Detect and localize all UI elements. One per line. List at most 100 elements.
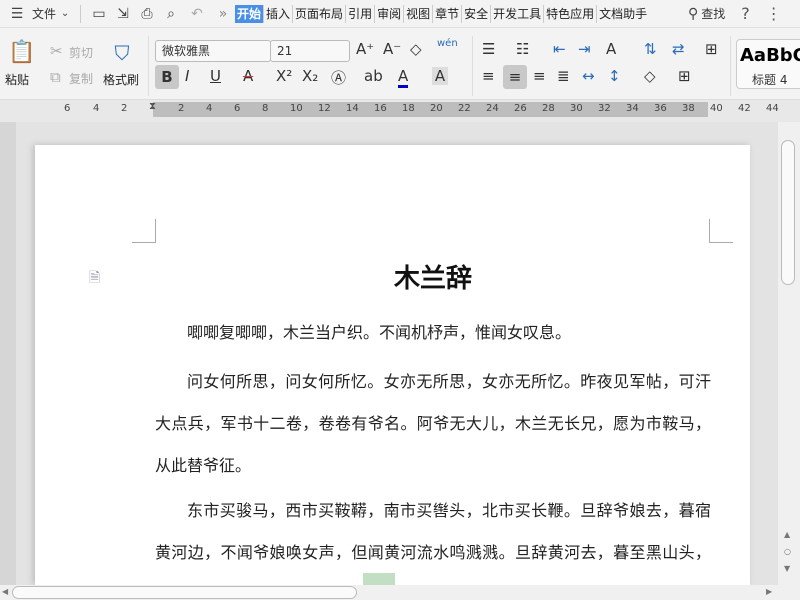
font-color-button[interactable]: A (398, 67, 408, 88)
numbered-list-icon[interactable]: ☷ (516, 40, 529, 58)
select-browse-icon[interactable]: ○ (784, 547, 791, 556)
hamburger-menu-icon[interactable]: ☰ (6, 6, 28, 22)
tab-references[interactable]: 引用 (346, 5, 375, 23)
text-effect-button[interactable]: Ⓐ (331, 67, 346, 88)
bold-button[interactable]: B (155, 65, 179, 89)
ruler-tick: 6 (64, 103, 70, 114)
paste-button[interactable]: 粘贴 (5, 71, 29, 88)
scrollbar-thumb[interactable] (12, 586, 357, 599)
print-icon[interactable]: ⎙ (135, 6, 159, 22)
style-heading4[interactable]: AaBbC 标题 4 (736, 39, 800, 89)
superscript-button[interactable]: X² (276, 67, 292, 85)
horizontal-ruler[interactable]: 6422468101214161820222426283032343638404… (0, 100, 800, 122)
help-button[interactable]: ? (741, 4, 750, 23)
strikethrough-button[interactable]: A (243, 67, 253, 85)
cut-button[interactable]: 剪切 (69, 44, 93, 61)
tab-insert[interactable]: 插入 (264, 5, 293, 23)
next-page-icon[interactable]: ▼ (784, 564, 790, 573)
paragraph-layout-icon[interactable]: 🗎 (89, 267, 100, 291)
scroll-left-icon[interactable]: ◀ (2, 587, 8, 596)
menu-bar: ☰ 文件 ⌄ ▭ ⇲ ⎙ ⌕ ↶ » 开始 插入 页面布局 引用 审阅 视图 章… (0, 0, 800, 28)
tab-doc-assistant[interactable]: 文档助手 (597, 5, 649, 23)
ruler-tick: 14 (346, 103, 359, 114)
prev-page-icon[interactable]: ▲ (784, 530, 790, 539)
chevron-down-icon[interactable]: ⌄ (56, 8, 74, 19)
ruler-tick: 26 (514, 103, 527, 114)
ruler-tick: 12 (318, 103, 331, 114)
horizontal-scrollbar[interactable]: ◀ ▶ (0, 585, 800, 600)
search-button[interactable]: 查找 (701, 5, 725, 22)
ruler-tick: 42 (738, 103, 751, 114)
copy-button[interactable]: 复制 (69, 70, 93, 87)
tab-security[interactable]: 安全 (462, 5, 491, 23)
ruler-tick: 2 (121, 103, 127, 114)
ruler-tick: 6 (234, 103, 240, 114)
tab-view[interactable]: 视图 (404, 5, 433, 23)
clear-format-icon[interactable]: ◇ (410, 40, 422, 58)
undo-icon[interactable]: ↶ (183, 6, 211, 22)
ruler-tick: 28 (542, 103, 555, 114)
border-icon[interactable]: ⊞ (678, 67, 691, 85)
indent-marker-icon[interactable]: ⧗ (149, 101, 156, 112)
align-left-icon[interactable]: ≡ (482, 67, 495, 85)
grow-font-icon[interactable]: A⁺ (356, 40, 374, 58)
more-button[interactable]: ⋮ (766, 4, 782, 23)
justify-icon[interactable]: ≣ (557, 67, 570, 85)
ruler-tick: 20 (430, 103, 443, 114)
ruler-tick: 44 (766, 103, 779, 114)
align-right-icon[interactable]: ≡ (533, 67, 546, 85)
search-icon[interactable]: ⚲ (685, 6, 701, 22)
increase-indent-icon[interactable]: ⇥ (578, 40, 591, 58)
ruler-tick: 18 (402, 103, 415, 114)
tab-review[interactable]: 审阅 (375, 5, 404, 23)
line-spacing-icon[interactable]: ↕ (608, 67, 621, 85)
ruler-tick: 40 (710, 103, 723, 114)
ruler-tick: 38 (682, 103, 695, 114)
vertical-scrollbar[interactable]: ▲ ○ ▼ (778, 122, 800, 585)
cut-icon: ✂ (50, 42, 63, 60)
tab-start[interactable]: 开始 (235, 5, 264, 23)
ruler-tick: 22 (458, 103, 471, 114)
sort-icon[interactable]: ⇅ (644, 40, 657, 58)
ruler-tick: 4 (206, 103, 212, 114)
italic-button[interactable]: I (185, 67, 189, 85)
file-menu[interactable]: 文件 (32, 5, 56, 22)
font-name-select[interactable]: 微软雅黑 (155, 40, 271, 62)
ruler-tick: 16 (374, 103, 387, 114)
export-icon[interactable]: ⇲ (111, 6, 135, 22)
scrollbar-thumb[interactable] (781, 140, 795, 285)
align-center-icon[interactable]: ≡ (503, 65, 527, 89)
tab-special-apps[interactable]: 特色应用 (544, 5, 597, 23)
paragraph: 唧唧复唧唧，木兰当户织。不闻机杼声，惟闻女叹息。 (155, 312, 711, 354)
document-title: 木兰辞 (155, 258, 711, 295)
char-spacing-icon[interactable]: A (606, 40, 616, 58)
style-name: 标题 4 (752, 71, 787, 88)
style-preview: AaBbC (740, 45, 800, 66)
decrease-indent-icon[interactable]: ⇤ (553, 40, 566, 58)
tab-section[interactable]: 章节 (433, 5, 462, 23)
ruler-tick: 30 (570, 103, 583, 114)
paste-icon[interactable]: 📋 (8, 38, 36, 66)
tab-developer[interactable]: 开发工具 (491, 5, 544, 23)
save-icon[interactable]: ▭ (87, 6, 111, 22)
ruler-tick: 24 (486, 103, 499, 114)
format-painter-button[interactable]: 格式刷 (103, 71, 139, 88)
distribute-icon[interactable]: ↔ (582, 67, 595, 85)
font-size-select[interactable]: 21 (270, 40, 350, 62)
pinyin-guide-icon[interactable]: wén (437, 38, 458, 49)
text-direction-icon[interactable]: ⇄ (672, 40, 685, 58)
subscript-button[interactable]: X₂ (302, 67, 318, 85)
table-icon[interactable]: ⊞ (705, 40, 718, 58)
shrink-font-icon[interactable]: A⁻ (383, 40, 401, 58)
tab-page-layout[interactable]: 页面布局 (293, 5, 346, 23)
char-shading-button[interactable]: A (432, 67, 448, 85)
format-painter-icon[interactable]: ⛉ (110, 40, 134, 66)
print-preview-icon[interactable]: ⌕ (159, 6, 183, 22)
highlight-button[interactable]: ab (364, 67, 383, 85)
ribbon: 📋 粘贴 ✂ 剪切 ⧉ 复制 ⛉ 格式刷 微软雅黑 21 A⁺ A⁻ ◇ wén… (0, 28, 800, 100)
paragraph-shading-icon[interactable]: ◇ (644, 67, 656, 85)
more-chevrons-icon[interactable]: » (211, 6, 235, 22)
scroll-right-icon[interactable]: ▶ (766, 587, 772, 596)
bullet-list-icon[interactable]: ☰ (482, 40, 495, 58)
underline-button[interactable]: U (210, 67, 221, 85)
